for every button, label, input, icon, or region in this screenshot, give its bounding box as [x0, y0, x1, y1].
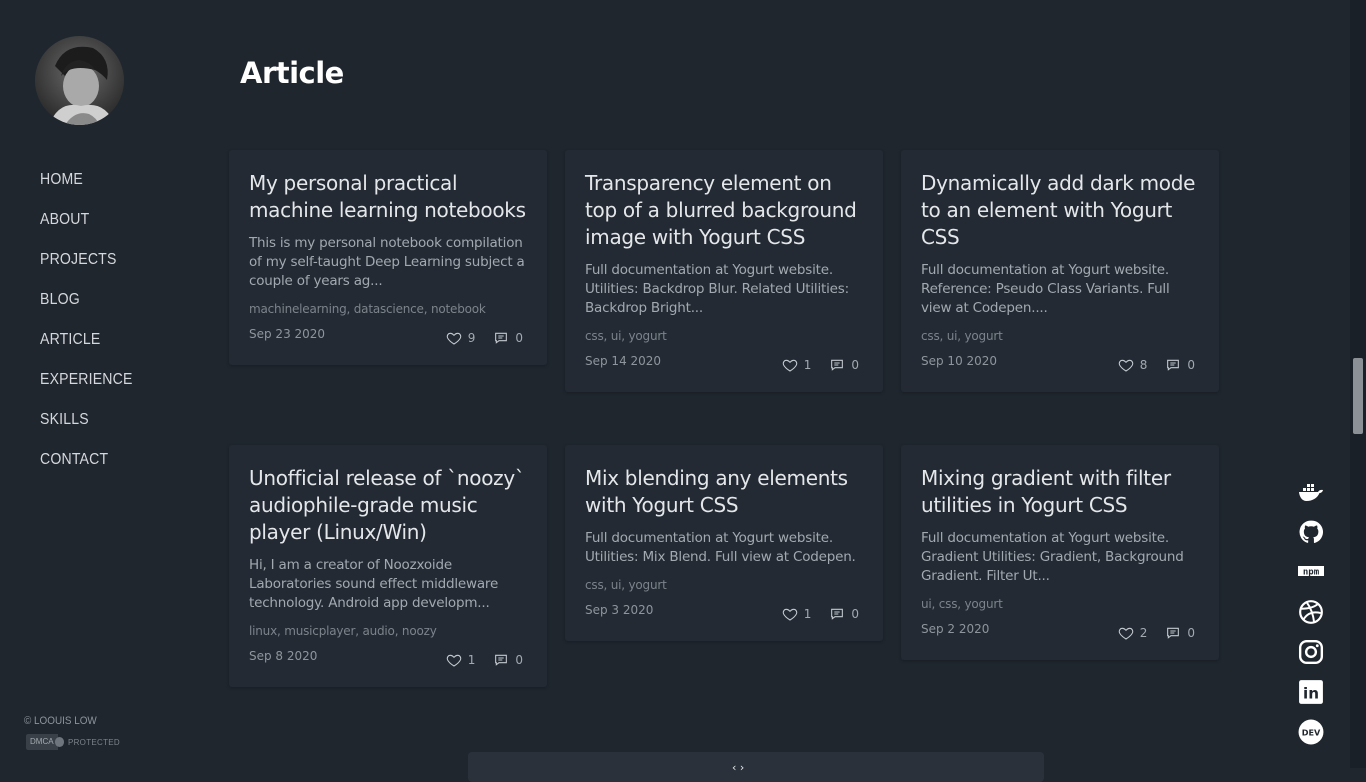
nav-item-projects[interactable]: PROJECTS — [40, 248, 133, 288]
article-description: Full documentation at Yogurt website. Ut… — [585, 530, 856, 565]
article-tags: css, ui, yogurt — [585, 329, 667, 343]
comment-count: 0 — [1187, 358, 1195, 372]
like-count: 1 — [803, 358, 812, 372]
article-title[interactable]: Unofficial release of `noozy` audiophile… — [249, 465, 527, 546]
comment-icon[interactable] — [493, 330, 509, 346]
linkedin-icon-text: in — [1303, 685, 1319, 703]
heart-icon[interactable] — [446, 652, 462, 668]
article-card[interactable]: Transparency element on top of a blurred… — [565, 150, 883, 392]
nav-item-experience[interactable]: EXPERIENCE — [40, 368, 133, 408]
heart-icon[interactable] — [782, 606, 798, 622]
article-card[interactable]: Dynamically add dark mode to an element … — [901, 150, 1219, 392]
article-stats: 2 0 — [1118, 625, 1195, 641]
avatar-photo — [35, 36, 124, 125]
comment-icon[interactable] — [1165, 625, 1181, 641]
instagram-icon[interactable] — [1298, 639, 1324, 665]
article-meta: Sep 23 2020 9 0 — [249, 325, 527, 365]
comment-count: 0 — [1187, 626, 1195, 640]
comment-count: 0 — [515, 653, 523, 667]
github-icon[interactable] — [1298, 519, 1324, 545]
dmca-badge-right: PROTECTED — [67, 737, 120, 747]
npm-icon-text: npm — [1303, 568, 1320, 578]
dev-icon[interactable]: DEV — [1298, 719, 1324, 745]
nav-item-blog[interactable]: BLOG — [40, 288, 133, 328]
article-title[interactable]: Mix blending any elements with Yogurt CS… — [585, 465, 863, 519]
nav-item-contact[interactable]: CONTACT — [40, 448, 133, 488]
article-stats: 8 0 — [1118, 357, 1195, 373]
article-tags: ui, css, yogurt — [921, 597, 1003, 611]
article-stats: 9 0 — [446, 330, 523, 346]
comment-count: 0 — [515, 331, 523, 345]
like-count: 1 — [467, 653, 476, 667]
article-date: Sep 23 2020 — [249, 327, 326, 341]
like-count: 8 — [1139, 358, 1148, 372]
nav-item-home[interactable]: HOME — [40, 168, 133, 208]
nav-item-skills[interactable]: SKILLS — [40, 408, 133, 448]
article-date: Sep 14 2020 — [585, 354, 662, 368]
article-tags: css, ui, yogurt — [585, 578, 667, 592]
social-links: npm in DEV — [1298, 479, 1324, 759]
article-date: Sep 2 2020 — [921, 622, 990, 636]
article-description: Full documentation at Yogurt website. Ut… — [585, 262, 849, 316]
article-card[interactable]: Mix blending any elements with Yogurt CS… — [565, 445, 883, 641]
comment-count: 0 — [851, 607, 859, 621]
dmca-badge[interactable]: DMCA PROTECTED — [26, 734, 120, 750]
main-nav: HOME ABOUT PROJECTS BLOG ARTICLE EXPERIE… — [40, 168, 145, 488]
like-count: 9 — [467, 331, 476, 345]
like-count: 1 — [803, 607, 812, 621]
page-scrollbar[interactable] — [1350, 0, 1366, 768]
article-title[interactable]: Dynamically add dark mode to an element … — [921, 170, 1199, 251]
article-title[interactable]: My personal practical machine learning n… — [249, 170, 527, 224]
linkedin-icon[interactable]: in — [1298, 679, 1324, 705]
article-title[interactable]: Mixing gradient with filter utilities in… — [921, 465, 1199, 519]
article-card[interactable]: My personal practical machine learning n… — [229, 150, 547, 365]
article-meta: Sep 14 2020 1 0 — [585, 352, 863, 392]
article-date: Sep 8 2020 — [249, 649, 318, 663]
dmca-shield-icon — [54, 737, 64, 747]
avatar[interactable] — [35, 36, 124, 125]
npm-icon[interactable]: npm — [1298, 559, 1324, 585]
article-card[interactable]: Unofficial release of `noozy` audiophile… — [229, 445, 547, 687]
article-tags: linux, musicplayer, audio, noozy — [249, 624, 437, 638]
article-meta: Sep 2 2020 2 0 — [921, 620, 1199, 660]
dev-icon-text: DEV — [1302, 727, 1321, 737]
article-stats: 1 0 — [782, 606, 859, 622]
article-meta: Sep 3 2020 1 0 — [585, 601, 863, 641]
comment-icon[interactable] — [829, 606, 845, 622]
heart-icon[interactable] — [1118, 625, 1134, 641]
article-meta: Sep 10 2020 8 0 — [921, 352, 1199, 392]
dribbble-icon[interactable] — [1298, 599, 1324, 625]
comment-count: 0 — [851, 358, 859, 372]
article-date: Sep 3 2020 — [585, 603, 654, 617]
article-date: Sep 10 2020 — [921, 354, 998, 368]
article-meta: Sep 8 2020 1 0 — [249, 647, 527, 687]
nav-item-article[interactable]: ARTICLE — [40, 328, 133, 368]
article-description: Full documentation at Yogurt website. Gr… — [921, 530, 1184, 584]
article-stats: 1 0 — [782, 357, 859, 373]
article-title[interactable]: Transparency element on top of a blurred… — [585, 170, 863, 251]
nav-item-about[interactable]: ABOUT — [40, 208, 133, 248]
comment-icon[interactable] — [1165, 357, 1181, 373]
page-title: Article — [240, 56, 344, 90]
dmca-badge-left: DMCA — [26, 734, 58, 750]
pagination-bar[interactable]: ‹ › — [468, 752, 1044, 782]
article-description: This is my personal notebook compilation… — [249, 235, 525, 289]
heart-icon[interactable] — [1118, 357, 1134, 373]
article-tags: machinelearning, datascience, notebook — [249, 302, 486, 316]
docker-icon[interactable] — [1298, 479, 1324, 505]
heart-icon[interactable] — [782, 357, 798, 373]
scrollbar-thumb[interactable] — [1353, 358, 1363, 434]
article-tags: css, ui, yogurt — [921, 329, 1003, 343]
article-stats: 1 0 — [446, 652, 523, 668]
comment-icon[interactable] — [493, 652, 509, 668]
heart-icon[interactable] — [446, 330, 462, 346]
article-description: Full documentation at Yogurt website. Re… — [921, 262, 1170, 316]
article-description: Hi, I am a creator of Noozxoide Laborato… — [249, 557, 499, 611]
like-count: 2 — [1139, 626, 1148, 640]
comment-icon[interactable] — [829, 357, 845, 373]
copyright-text: © LOOUIS LOW — [24, 715, 97, 727]
article-card[interactable]: Mixing gradient with filter utilities in… — [901, 445, 1219, 660]
